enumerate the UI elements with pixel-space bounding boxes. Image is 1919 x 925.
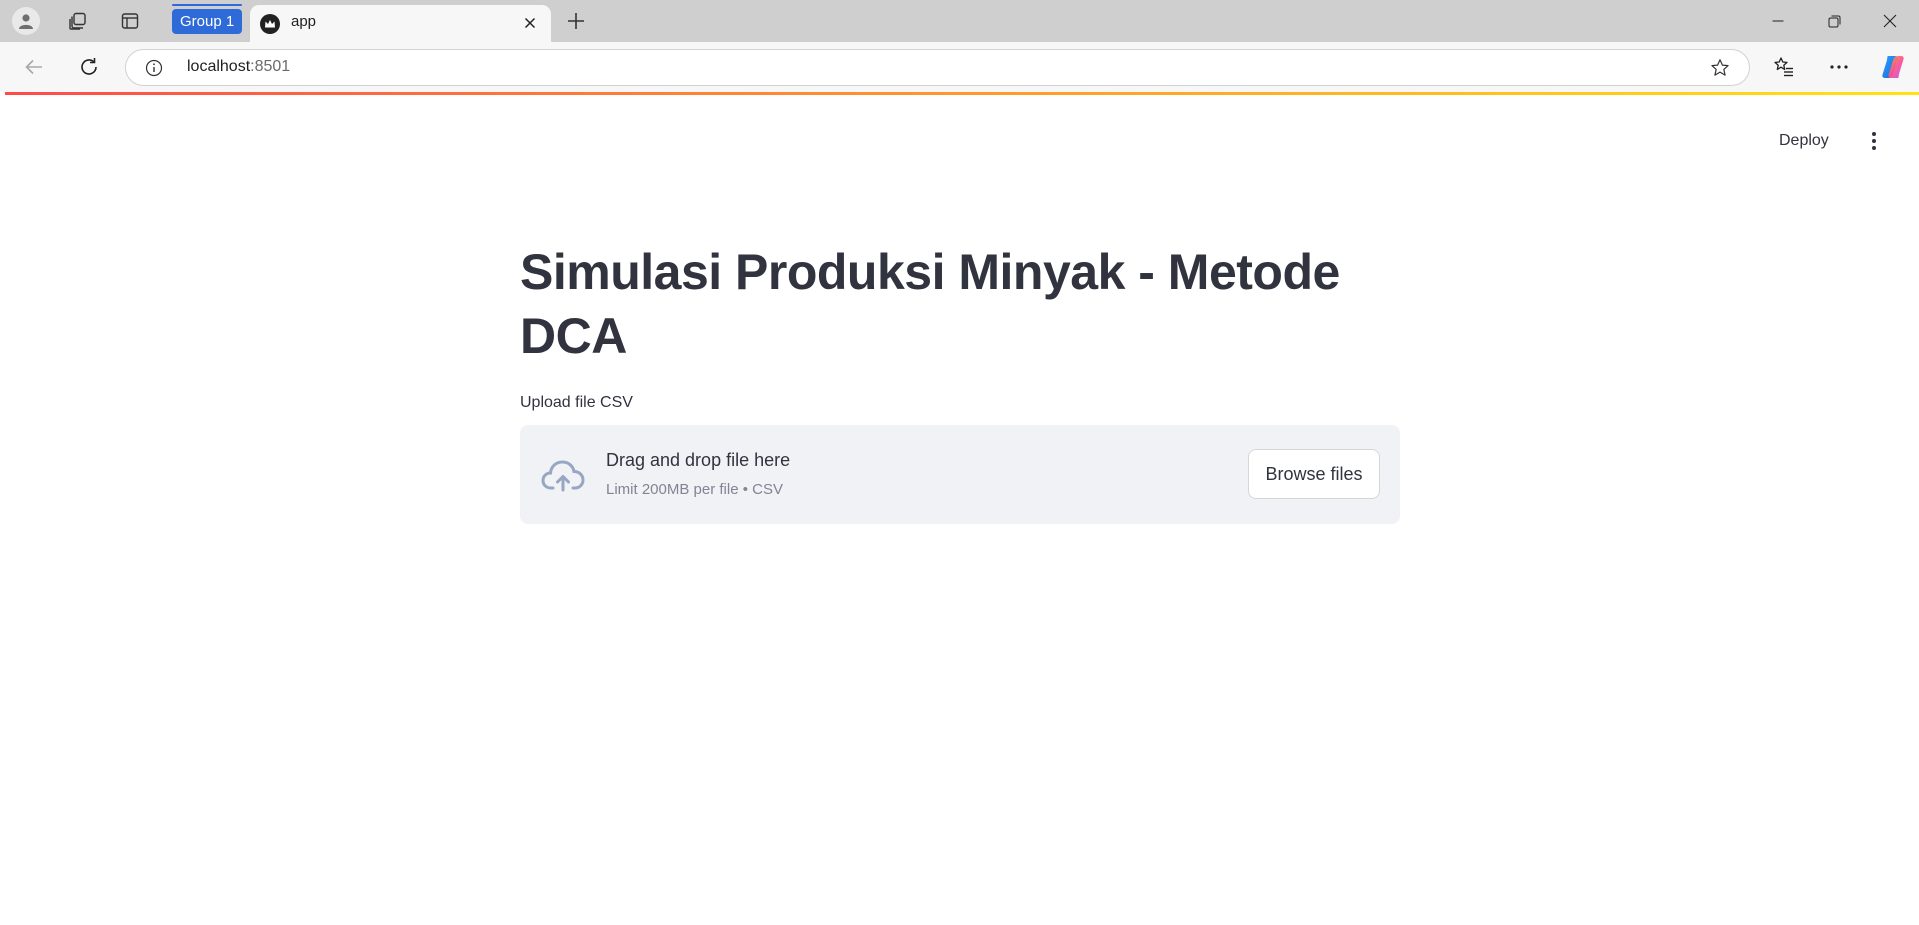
url-port: :8501: [250, 58, 291, 75]
active-tab[interactable]: app: [250, 5, 551, 42]
streamlit-crown-icon: [260, 14, 280, 34]
plus-icon: [568, 13, 584, 29]
kebab-menu-icon: [1872, 132, 1876, 150]
minimize-icon: [1772, 20, 1784, 22]
reload-button[interactable]: [72, 50, 106, 84]
favorite-button[interactable]: [1709, 57, 1731, 79]
restore-icon: [1828, 15, 1840, 27]
back-arrow-icon: [25, 59, 42, 75]
reload-icon: [81, 58, 97, 75]
tab-group-chip[interactable]: Group 1: [172, 4, 243, 34]
browser-tab-strip: Group 1 app: [0, 0, 1919, 42]
tab-title: app: [291, 13, 317, 30]
profile-icon: [12, 7, 40, 35]
minimize-button[interactable]: [1750, 0, 1806, 42]
copilot-button[interactable]: [1876, 50, 1910, 84]
app-page: Deploy Simulasi Produksi Minyak - Metode…: [5, 92, 1919, 925]
dropzone-limit-text: Limit 200MB per file • CSV: [606, 481, 783, 498]
workspaces-icon: [69, 12, 86, 30]
cloud-upload-icon: [541, 460, 585, 492]
profile-button[interactable]: [10, 5, 42, 37]
favorites-button[interactable]: [1767, 50, 1801, 84]
main-menu-button[interactable]: [1858, 125, 1890, 157]
more-icon: [1830, 65, 1848, 69]
dropzone-instructions: Drag and drop file here: [606, 450, 791, 470]
close-icon: [524, 17, 536, 29]
file-uploader-label: Upload file CSV: [520, 394, 633, 411]
favorites-icon: [1774, 57, 1793, 77]
site-info-button[interactable]: [144, 58, 164, 78]
file-dropzone[interactable]: Drag and drop file here Limit 200MB per …: [520, 425, 1400, 524]
back-button[interactable]: [17, 50, 51, 84]
star-icon: [1711, 59, 1729, 76]
address-url: localhost:8501: [187, 58, 290, 76]
page-title: Simulasi Produksi Minyak - Metode DCA: [520, 244, 1340, 364]
header-decoration-bar: [5, 92, 1919, 95]
tab-actions-button[interactable]: [114, 5, 146, 37]
close-tab-button[interactable]: [519, 12, 541, 34]
deploy-button[interactable]: Deploy: [1767, 127, 1841, 155]
info-icon: [145, 59, 163, 77]
settings-more-button[interactable]: [1822, 50, 1856, 84]
browser-toolbar: localhost:8501: [0, 42, 1919, 92]
browse-files-button[interactable]: Browse files: [1248, 449, 1380, 499]
address-bar[interactable]: localhost:8501: [125, 49, 1750, 86]
tab-actions-icon: [121, 13, 139, 29]
new-tab-button[interactable]: [561, 6, 591, 36]
close-window-button[interactable]: [1862, 0, 1918, 42]
close-window-icon: [1883, 14, 1897, 28]
copilot-icon: [1882, 56, 1904, 78]
url-host: localhost: [187, 58, 251, 75]
workspaces-button[interactable]: [62, 5, 94, 37]
restore-button[interactable]: [1806, 0, 1862, 42]
